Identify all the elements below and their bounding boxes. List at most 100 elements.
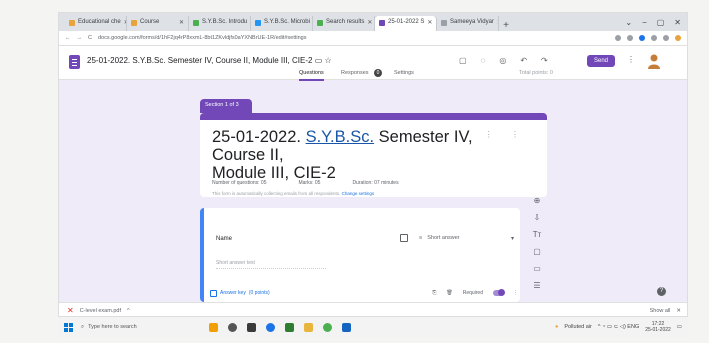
more-options-icon[interactable]: ⋮ <box>627 55 635 64</box>
question-actions: ⎘ 🗑 Required ⋮ <box>432 289 518 296</box>
tab-favicon <box>193 20 199 26</box>
task-view-icon[interactable] <box>247 322 256 332</box>
tab-label: S.Y.B.Sc. Microbi <box>264 19 310 25</box>
close-tab-icon[interactable]: ✕ <box>179 19 184 26</box>
question-title[interactable]: Name <box>216 236 232 242</box>
clock[interactable]: 17:22 25-01-2022 <box>645 321 671 333</box>
answer-key-icon <box>210 289 217 297</box>
file-explorer-icon[interactable] <box>304 322 313 332</box>
eye-icon[interactable]: ◎ <box>499 56 506 65</box>
form-title-header[interactable]: 25-01-2022. S.Y.B.Sc. Semester IV, Cours… <box>87 56 332 65</box>
browser-tab[interactable]: Course ✕ <box>127 16 189 31</box>
close-tab-icon[interactable]: ✕ <box>367 19 372 26</box>
weather-text[interactable]: Polluted air <box>564 324 592 330</box>
taskbar-search[interactable]: ⌕ Type here to search <box>81 324 191 331</box>
windows-start-icon[interactable] <box>64 322 73 332</box>
question-type-select[interactable]: ≡ Short answer ▾ <box>419 232 514 244</box>
avatar[interactable] <box>647 53 661 69</box>
responses-count-badge: 0 <box>374 69 382 77</box>
tab-label: Course <box>140 19 160 25</box>
minimize-icon[interactable]: − <box>642 18 647 27</box>
url-field[interactable]: docs.google.com/forms/d/1hF2jq4rP8xxmL-8… <box>98 35 609 41</box>
system-tray: ● Polluted air ^ ◔ ▭ ⊂ ◁) ENG 17:22 25-01… <box>555 321 682 333</box>
tab-favicon <box>441 20 447 26</box>
extension-icon[interactable] <box>639 35 645 41</box>
app-icon[interactable] <box>209 322 218 332</box>
folder-icon[interactable]: ▭ <box>315 56 323 65</box>
required-toggle[interactable] <box>493 289 505 296</box>
window-controls: ⌄ − ▢ ✕ <box>625 18 687 27</box>
forms-tabs: Questions Responses 0 Settings Total poi… <box>59 68 687 81</box>
customize-theme-icon[interactable]: ▢ <box>459 56 467 65</box>
puzzle-icon[interactable] <box>651 35 657 41</box>
add-section-icon[interactable]: ☰ <box>533 281 540 290</box>
tab-search-icon[interactable]: ⌄ <box>625 18 632 27</box>
number-of-questions: Number of questions: 05 <box>212 180 267 186</box>
title-course-code: S.Y.B.Sc. <box>305 128 375 146</box>
answer-key-button[interactable]: Answer key (0 points) <box>210 289 270 297</box>
tab-label: 25-01-2022 S <box>388 19 425 25</box>
question-card[interactable]: Name ≡ Short answer ▾ Short answer text … <box>200 208 520 302</box>
add-image-icon[interactable]: ▢ <box>533 247 541 256</box>
search-icon: ⌕ <box>81 323 85 330</box>
form-title-card[interactable]: 25-01-2022. S.Y.B.Sc. Semester IV, Cours… <box>200 113 547 197</box>
delete-icon[interactable]: 🗑 <box>446 290 452 296</box>
notifications-icon[interactable]: ▭ <box>677 324 682 330</box>
bookmark-star-icon[interactable] <box>627 35 633 41</box>
back-icon[interactable]: ← <box>65 35 71 41</box>
browser-tab[interactable]: Sameeya Vidyar✕ <box>437 16 499 31</box>
browser-tab-active[interactable]: 25-01-2022 S ✕ <box>375 16 437 31</box>
tab-settings[interactable]: Settings <box>394 70 414 76</box>
edge-icon[interactable] <box>266 322 275 332</box>
weather-icon[interactable]: ● <box>555 324 558 330</box>
reload-icon[interactable]: C <box>88 35 92 41</box>
points-label: (0 points) <box>248 290 270 296</box>
cortana-icon[interactable] <box>228 322 237 332</box>
add-image-icon[interactable] <box>400 234 408 242</box>
undo-icon[interactable]: ↶ <box>520 56 527 65</box>
close-tab-icon[interactable]: ✕ <box>427 19 432 26</box>
close-download-bar-icon[interactable]: ✕ <box>676 308 681 314</box>
close-window-icon[interactable]: ✕ <box>674 18 681 27</box>
title-menu-icon[interactable]: ⋮ ⋮ <box>485 130 527 139</box>
app-icon[interactable] <box>342 322 351 332</box>
add-video-icon[interactable]: ▭ <box>533 264 541 273</box>
form-title[interactable]: 25-01-2022. S.Y.B.Sc. Semester IV, Cours… <box>212 128 492 182</box>
browser-tab[interactable]: Educational che✕ <box>65 16 127 31</box>
show-all-button[interactable]: Show all <box>650 308 671 314</box>
tray-icons[interactable]: ^ ◔ ▭ ⊂ ◁) ENG <box>598 324 639 330</box>
tab-favicon <box>69 20 75 26</box>
change-settings-link[interactable]: Change settings <box>342 191 375 196</box>
tab-questions[interactable]: Questions <box>299 70 324 81</box>
question-more-icon[interactable]: ⋮ <box>513 290 518 296</box>
help-icon[interactable]: ? <box>657 287 666 296</box>
chrome-icon[interactable] <box>323 322 332 332</box>
tab-favicon <box>317 20 323 26</box>
browser-tab[interactable]: Search results ✕ <box>313 16 375 31</box>
redo-icon[interactable]: ↷ <box>541 56 548 65</box>
tab-responses[interactable]: Responses <box>341 70 369 76</box>
add-title-icon[interactable]: Tт <box>533 230 542 239</box>
forms-header: 25-01-2022. S.Y.B.Sc. Semester IV, Cours… <box>59 46 687 81</box>
short-answer-icon: ≡ <box>419 235 423 241</box>
download-chevron-icon[interactable]: ^ <box>127 308 130 314</box>
share-icon[interactable] <box>615 35 621 41</box>
browser-tab[interactable]: S.Y.B.Sc. Introdu✕ <box>189 16 251 31</box>
preview-icon[interactable]: ◌ <box>481 56 486 65</box>
new-tab-button[interactable]: + <box>499 20 513 31</box>
download-file-name[interactable]: C-level exam.pdf <box>80 308 121 314</box>
maximize-icon[interactable]: ▢ <box>657 18 665 27</box>
forward-icon[interactable]: → <box>77 35 83 41</box>
floating-toolbar: ⊕ ⇩ Tт ▢ ▭ ☰ <box>529 196 545 290</box>
browser-tab[interactable]: S.Y.B.Sc. Microbi✕ <box>251 16 313 31</box>
send-button[interactable]: Send <box>587 55 615 67</box>
duplicate-icon[interactable]: ⎘ <box>432 290 436 296</box>
add-question-icon[interactable]: ⊕ <box>534 196 541 205</box>
import-questions-icon[interactable]: ⇩ <box>534 213 541 222</box>
tab-label: Sameeya Vidyar <box>450 19 494 25</box>
star-icon[interactable]: ☆ <box>324 56 331 65</box>
sidebar-icon[interactable] <box>663 35 669 41</box>
profile-icon[interactable] <box>675 35 681 41</box>
google-forms-icon[interactable] <box>69 55 80 69</box>
app-icon[interactable] <box>285 322 294 332</box>
